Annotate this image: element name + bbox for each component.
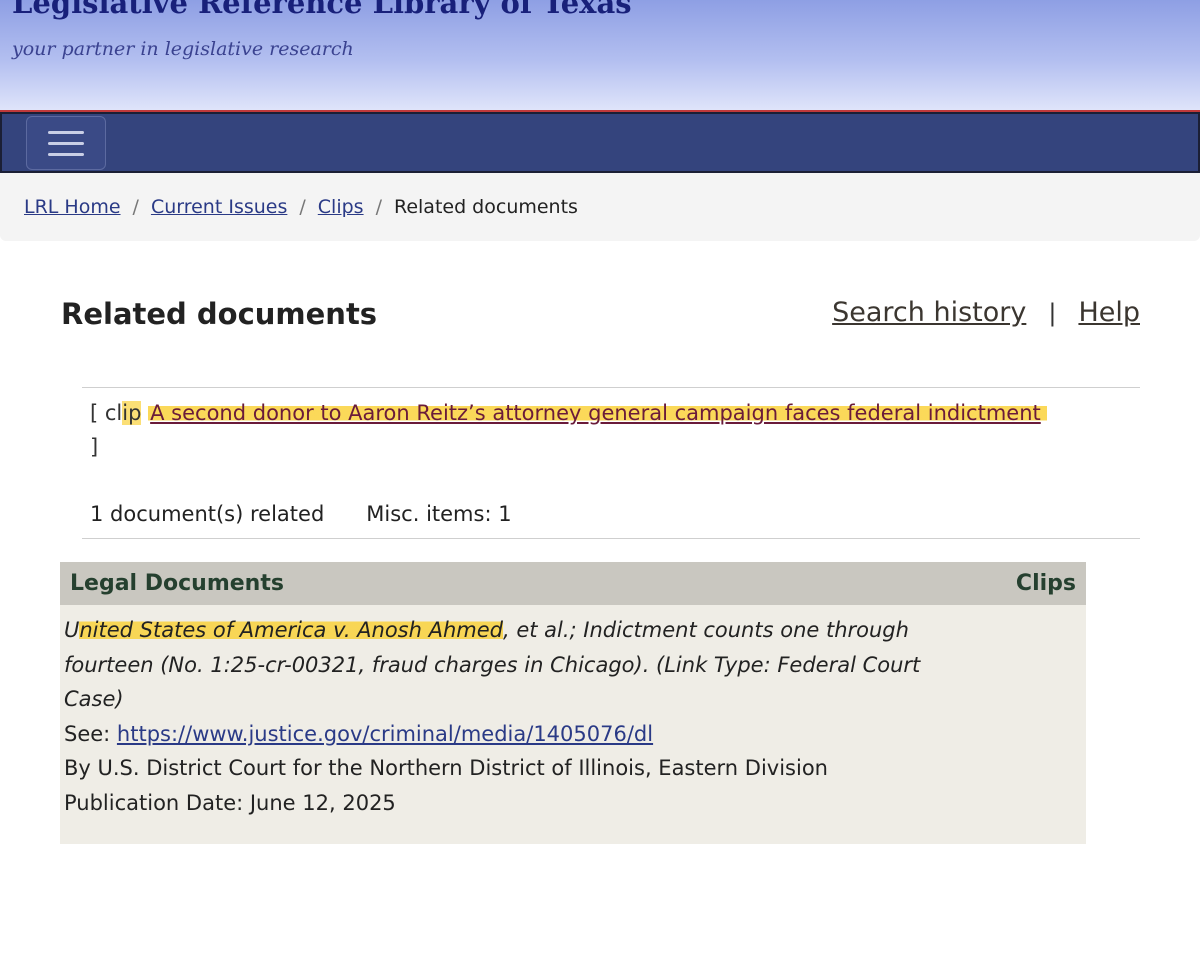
publication-date: Publication Date: June 12, 2025 bbox=[64, 790, 396, 815]
link-divider: | bbox=[1048, 298, 1057, 327]
top-links: Search history | Help bbox=[832, 297, 1140, 328]
author-line: By U.S. District Court for the Northern … bbox=[64, 756, 828, 780]
misc-count: Misc. items: 1 bbox=[366, 502, 512, 526]
menu-bar bbox=[48, 152, 84, 156]
breadcrumb-clips[interactable]: Clips bbox=[318, 196, 364, 218]
navbar bbox=[0, 112, 1200, 173]
menu-bar bbox=[48, 130, 84, 134]
legal-documents-header: Legal Documents Clips bbox=[60, 562, 1086, 605]
clip-type-label-highlighted: ip bbox=[122, 401, 142, 425]
document-description: United States of America v. Anosh Ahmed,… bbox=[64, 613, 984, 717]
breadcrumb-separator: / bbox=[299, 196, 306, 218]
clips-heading: Clips bbox=[1015, 571, 1076, 596]
see-label: See: bbox=[64, 721, 117, 746]
search-history-link[interactable]: Search history bbox=[832, 297, 1026, 328]
legal-documents-section: Legal Documents Clips United States of A… bbox=[60, 562, 1086, 844]
case-name-first-letter: U bbox=[64, 618, 80, 642]
counts: 1 document(s) related Misc. items: 1 bbox=[90, 502, 512, 526]
see-line: See: https://www.justice.gov/criminal/me… bbox=[64, 717, 1086, 752]
legal-documents-heading: Legal Documents bbox=[70, 571, 284, 596]
page-title: Related documents bbox=[61, 297, 378, 331]
site-tagline: your partner in legislative research bbox=[12, 38, 354, 60]
clip-article-link[interactable]: A second donor to Aaron Reitz’s attorney… bbox=[148, 401, 1047, 425]
divider bbox=[82, 387, 1140, 388]
document-url-link[interactable]: https://www.justice.gov/criminal/media/1… bbox=[117, 722, 653, 746]
breadcrumb-lrl-home[interactable]: LRL Home bbox=[24, 196, 121, 218]
clip-close-bracket: ] bbox=[90, 435, 99, 459]
site-title[interactable]: Legislative Reference Library of Texas bbox=[12, 0, 632, 20]
site-header: Legislative Reference Library of Texas y… bbox=[0, 0, 1200, 112]
legal-document-entry: United States of America v. Anosh Ahmed,… bbox=[60, 605, 1086, 820]
breadcrumb-current-issues[interactable]: Current Issues bbox=[151, 196, 287, 218]
breadcrumb-current: Related documents bbox=[393, 196, 578, 218]
divider bbox=[82, 538, 1140, 539]
related-count: 1 document(s) related bbox=[90, 502, 325, 526]
breadcrumb-separator: / bbox=[132, 196, 139, 218]
help-link[interactable]: Help bbox=[1078, 297, 1140, 328]
breadcrumb: LRL Home / Current Issues / Clips / Rela… bbox=[0, 173, 1200, 241]
clip-type-label: cl bbox=[104, 401, 123, 425]
breadcrumb-separator: / bbox=[375, 196, 382, 218]
hamburger-menu-icon[interactable] bbox=[26, 116, 106, 170]
clip-open-bracket: [ bbox=[90, 401, 105, 425]
case-name-highlighted: nited States of America v. Anosh Ahmed bbox=[79, 618, 503, 642]
clip-line: [ clip A second donor to Aaron Reitz’s a… bbox=[90, 396, 1150, 464]
menu-bar bbox=[48, 141, 84, 145]
